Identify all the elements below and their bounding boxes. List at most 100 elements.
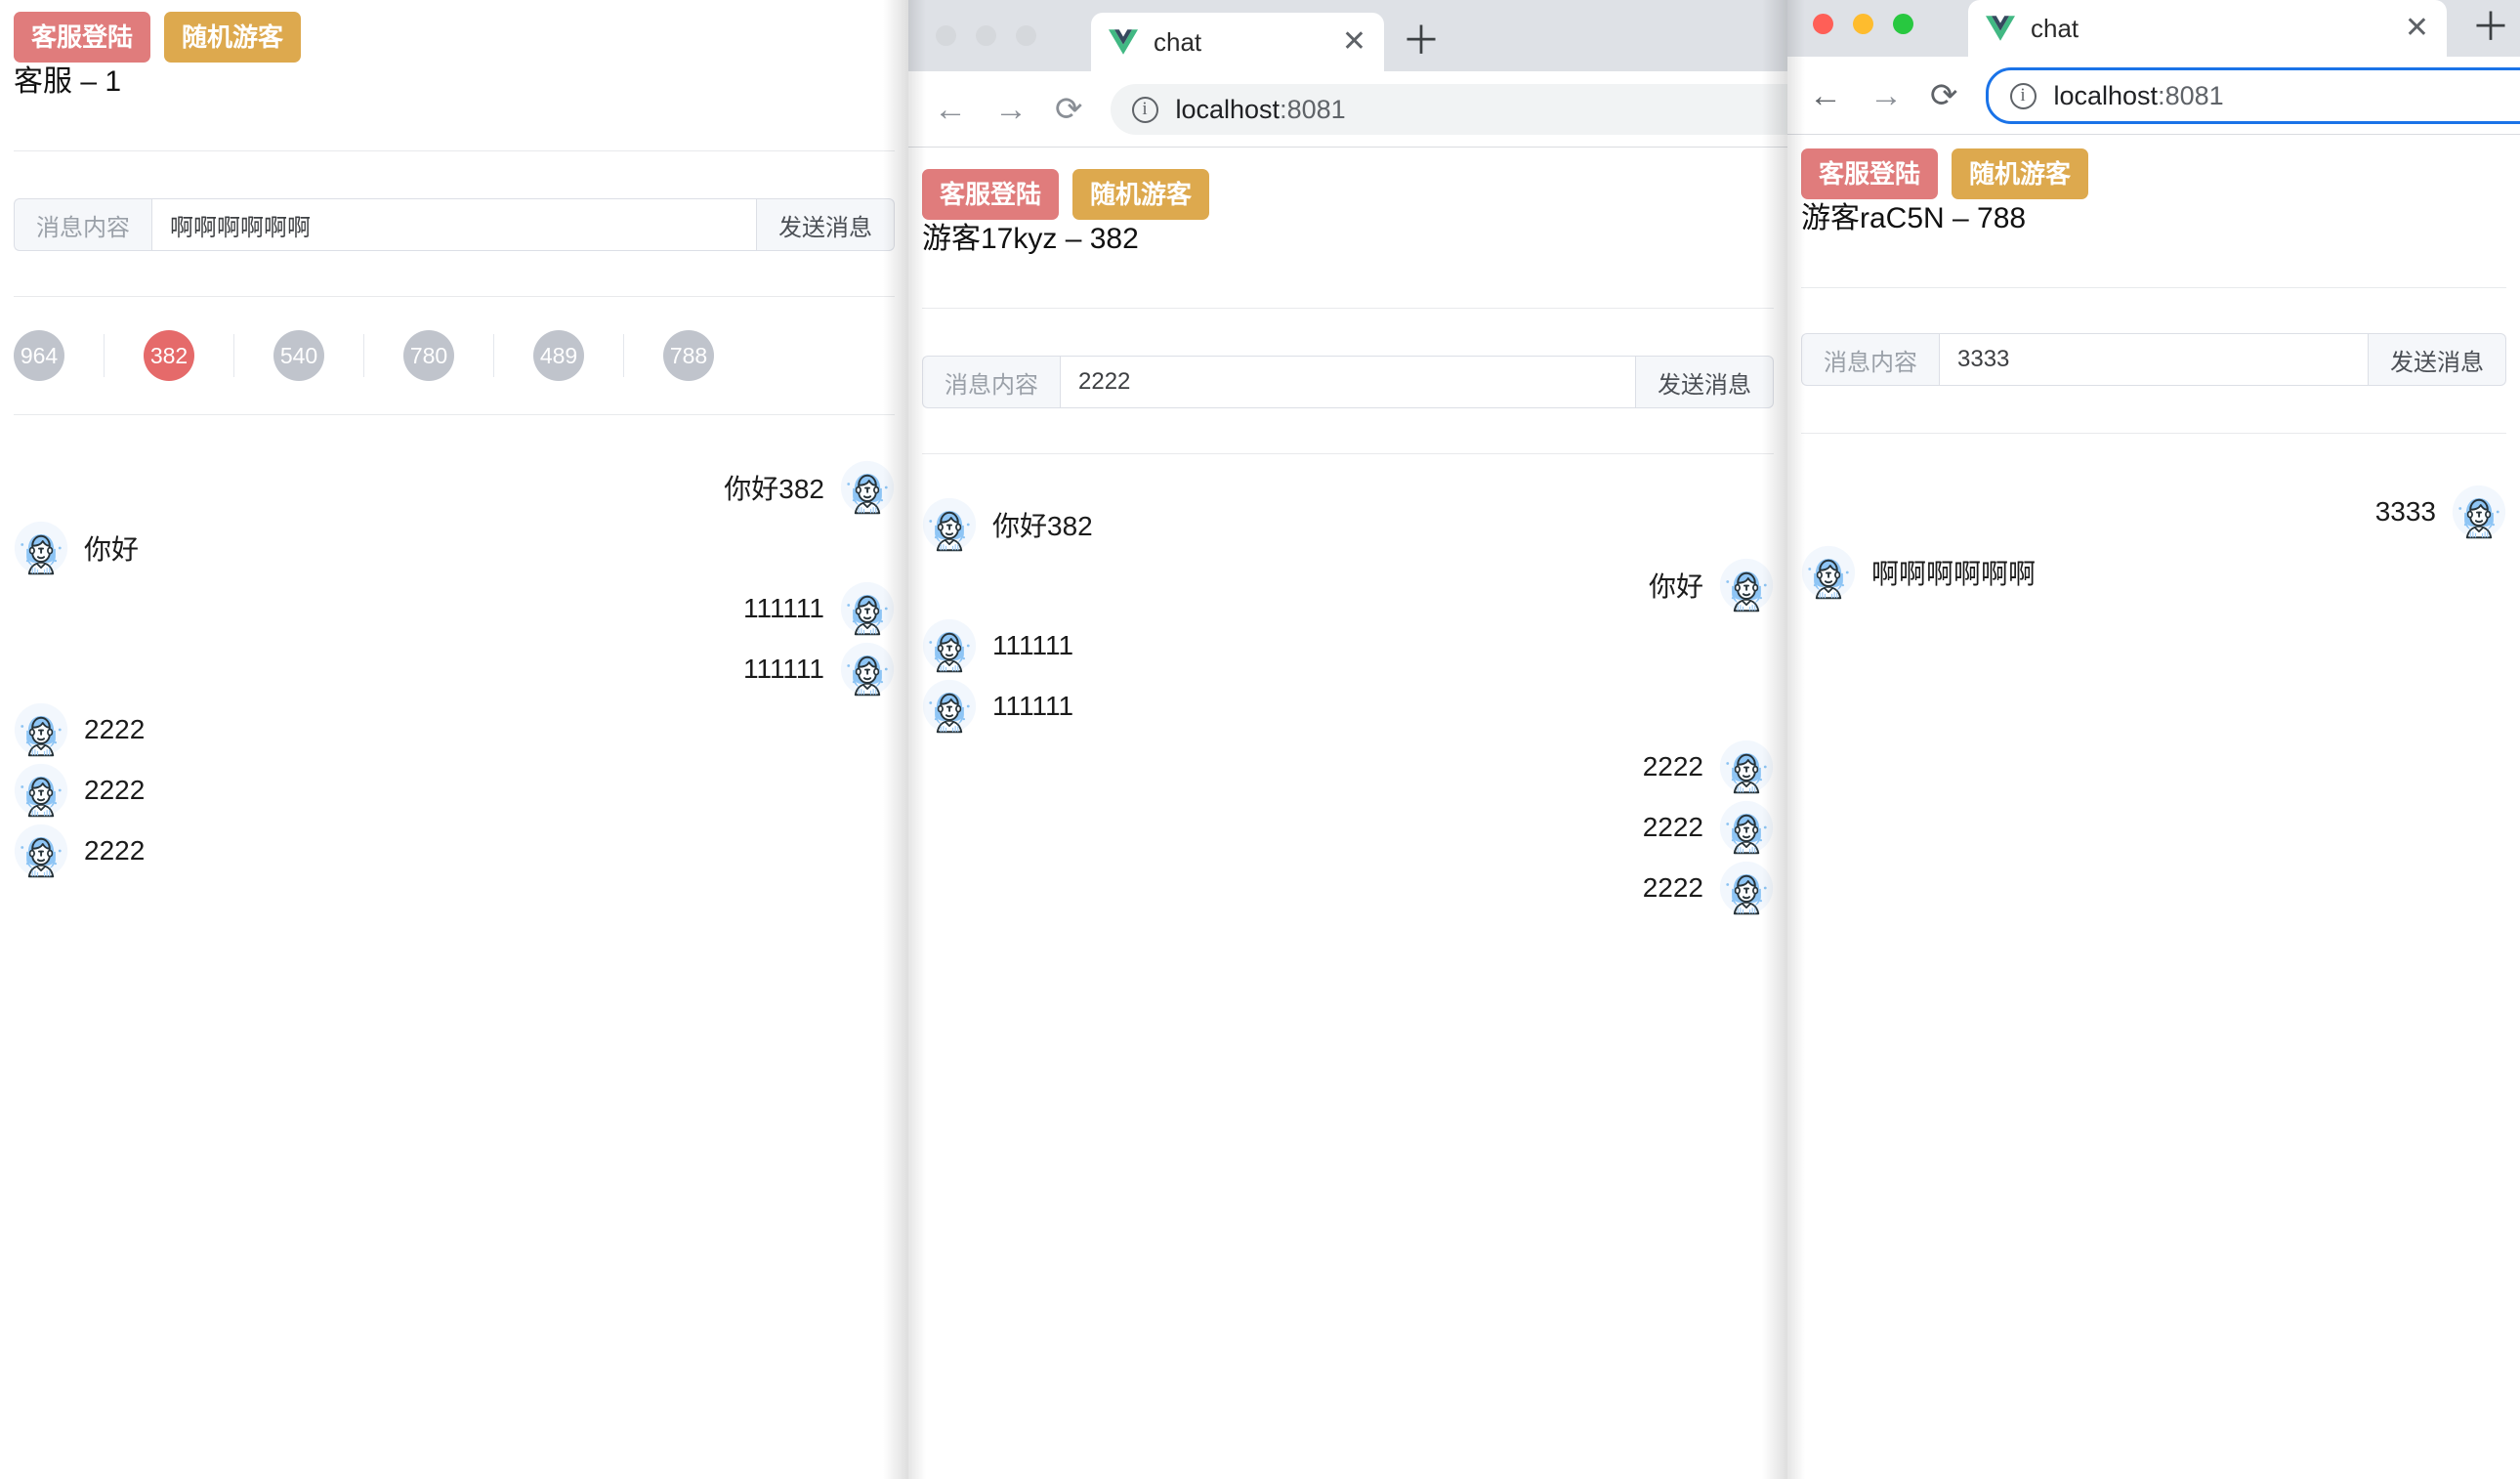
forward-icon[interactable]: → xyxy=(994,93,1028,126)
user-circle-382[interactable]: 382 xyxy=(144,330,194,381)
random-guest-button[interactable]: 随机游客 xyxy=(1072,169,1210,220)
message-input[interactable] xyxy=(151,198,757,251)
maximize-window-button[interactable] xyxy=(1893,14,1913,34)
mid-url-host: localhost xyxy=(1175,94,1281,124)
chat-message-text: 111111 xyxy=(992,630,1074,660)
message-label: 消息内容 xyxy=(922,356,1060,408)
close-tab-icon[interactable]: ✕ xyxy=(2405,14,2429,43)
circle-separator xyxy=(104,334,105,377)
right-url-port: :8081 xyxy=(2158,80,2224,110)
circle-separator xyxy=(363,334,364,377)
reload-icon[interactable]: ⟳ xyxy=(1930,79,1958,112)
mid-app-body: 客服登陆 随机游客 游客17kyz – 382 消息内容 发送消息 xyxy=(908,148,1787,921)
mid-browser-tab[interactable]: chat ✕ xyxy=(1091,13,1384,71)
chat-message-text: 111111 xyxy=(992,691,1074,721)
right-tabstrip: chat ✕ ＋ xyxy=(1787,0,2520,57)
user-avatar-icon xyxy=(922,497,977,552)
right-url-host: localhost xyxy=(2053,80,2159,110)
back-icon[interactable]: ← xyxy=(1809,79,1842,112)
mid-tab-title: chat xyxy=(1154,26,1202,57)
chat-message-text: 你好 xyxy=(84,534,140,565)
user-circle-964[interactable]: 964 xyxy=(14,330,64,381)
chat-message-text: 你好382 xyxy=(724,474,824,504)
left-panel-edge-shadow xyxy=(883,0,908,1479)
user-circle-788[interactable]: 788 xyxy=(663,330,714,381)
current-user-label: 客服 – 1 xyxy=(14,65,122,98)
mid-message-list: 你好382 你好 111111 111111 2222 2222 2222 xyxy=(922,454,1774,915)
chat-message: 2222 xyxy=(922,861,1774,915)
left-chat-panel: 客服登陆 随机游客 客服 – 1 消息内容 发送消息 964 382 540 780 4… xyxy=(0,0,908,1479)
user-circle-489[interactable]: 489 xyxy=(533,330,584,381)
new-tab-icon[interactable]: ＋ xyxy=(2471,8,2510,47)
right-message-input-group: 消息内容 发送消息 xyxy=(1801,333,2506,386)
mid-browser-chrome: chat ✕ ＋ ← → ⟳ i localhost:8081 xyxy=(908,0,1787,148)
right-tab-title: chat xyxy=(2031,13,2079,43)
right-message-list: 3333 啊啊啊啊啊啊 xyxy=(1801,434,2506,600)
random-guest-button[interactable]: 随机游客 xyxy=(1952,148,2089,199)
left-message-list: 你好382 你好 111111 111111 2222 2222 2222 xyxy=(14,415,895,878)
right-window-controls xyxy=(1813,14,1913,34)
chat-message: 2222 xyxy=(922,740,1774,794)
mid-panel-edge-shadow xyxy=(1762,0,1787,1479)
chat-message: 3333 xyxy=(1801,485,2506,539)
left-auth-buttons: 客服登陆 随机游客 xyxy=(14,0,895,63)
send-message-button[interactable]: 发送消息 xyxy=(1636,356,1774,408)
close-tab-icon[interactable]: ✕ xyxy=(1342,27,1366,57)
user-circle-540[interactable]: 540 xyxy=(273,330,324,381)
chat-message: 你好382 xyxy=(922,497,1774,552)
chat-message: 2222 xyxy=(14,824,895,878)
message-input[interactable] xyxy=(1060,356,1636,408)
login-as-agent-button[interactable]: 客服登陆 xyxy=(14,12,151,63)
close-window-button[interactable] xyxy=(1813,14,1833,34)
send-message-button[interactable]: 发送消息 xyxy=(2369,333,2506,386)
mid-tabstrip: chat ✕ ＋ xyxy=(908,0,1787,71)
minimize-window-button[interactable] xyxy=(976,25,996,46)
user-avatar-icon xyxy=(14,763,68,818)
chat-message-text: 2222 xyxy=(1642,751,1703,782)
login-as-agent-button[interactable]: 客服登陆 xyxy=(1801,148,1939,199)
message-input[interactable] xyxy=(1939,333,2369,386)
close-window-button[interactable] xyxy=(936,25,956,46)
send-message-button[interactable]: 发送消息 xyxy=(757,198,895,251)
chat-message-text: 111111 xyxy=(742,654,824,684)
user-circle-list: 964 382 540 780 489 788 xyxy=(14,330,895,381)
chat-message-text: 111111 xyxy=(742,593,824,623)
site-info-icon[interactable]: i xyxy=(1131,96,1158,123)
chat-message-text: 2222 xyxy=(84,714,146,744)
minimize-window-button[interactable] xyxy=(1853,14,1873,34)
new-tab-icon[interactable]: ＋ xyxy=(1402,21,1441,61)
right-url-text: localhost:8081 xyxy=(2054,81,2224,111)
right-browser-window: chat ✕ ＋ ← → ⟳ i localhost:8081 客服登陆 随机游… xyxy=(1787,0,2520,1479)
screen-root: 客服登陆 随机游客 客服 – 1 消息内容 发送消息 964 382 540 780 4… xyxy=(0,0,2520,1479)
mid-url-text: localhost:8081 xyxy=(1176,95,1346,125)
user-avatar-icon xyxy=(922,679,977,734)
random-guest-button[interactable]: 随机游客 xyxy=(164,12,302,63)
right-panel-left-shadow xyxy=(1787,0,1805,1479)
back-icon[interactable]: ← xyxy=(934,93,967,126)
user-circle-780[interactable]: 780 xyxy=(403,330,454,381)
user-avatar-icon xyxy=(1801,545,1856,600)
chat-message-text: 啊啊啊啊啊啊 xyxy=(1871,559,2037,589)
mid-url-port: :8081 xyxy=(1280,94,1346,124)
chat-message: 111111 xyxy=(14,581,895,636)
right-address-bar[interactable]: i localhost:8081 xyxy=(1985,67,2520,124)
mid-message-input-group: 消息内容 发送消息 xyxy=(922,356,1774,408)
maximize-window-button[interactable] xyxy=(1016,25,1036,46)
chat-message: 啊啊啊啊啊啊 xyxy=(1801,545,2506,600)
mid-address-bar[interactable]: i localhost:8081 xyxy=(1110,84,1787,135)
current-user-label: 游客raC5N – 788 xyxy=(1801,202,2027,234)
left-app-body: 客服登陆 随机游客 客服 – 1 消息内容 发送消息 964 382 540 780 4… xyxy=(0,0,908,878)
reload-icon[interactable]: ⟳ xyxy=(1055,93,1083,126)
right-browser-tab[interactable]: chat ✕ xyxy=(1968,0,2447,57)
chat-message: 你好382 xyxy=(14,460,895,515)
login-as-agent-button[interactable]: 客服登陆 xyxy=(922,169,1060,220)
chat-message-text: 3333 xyxy=(2374,496,2436,527)
mid-auth-buttons: 客服登陆 随机游客 xyxy=(922,148,1774,220)
circle-separator xyxy=(233,334,234,377)
message-label: 消息内容 xyxy=(14,198,151,251)
chat-message: 111111 xyxy=(14,642,895,697)
user-avatar-icon xyxy=(2452,485,2506,539)
forward-icon[interactable]: → xyxy=(1869,79,1903,112)
chat-message: 111111 xyxy=(922,618,1774,673)
site-info-icon[interactable]: i xyxy=(2009,82,2037,109)
